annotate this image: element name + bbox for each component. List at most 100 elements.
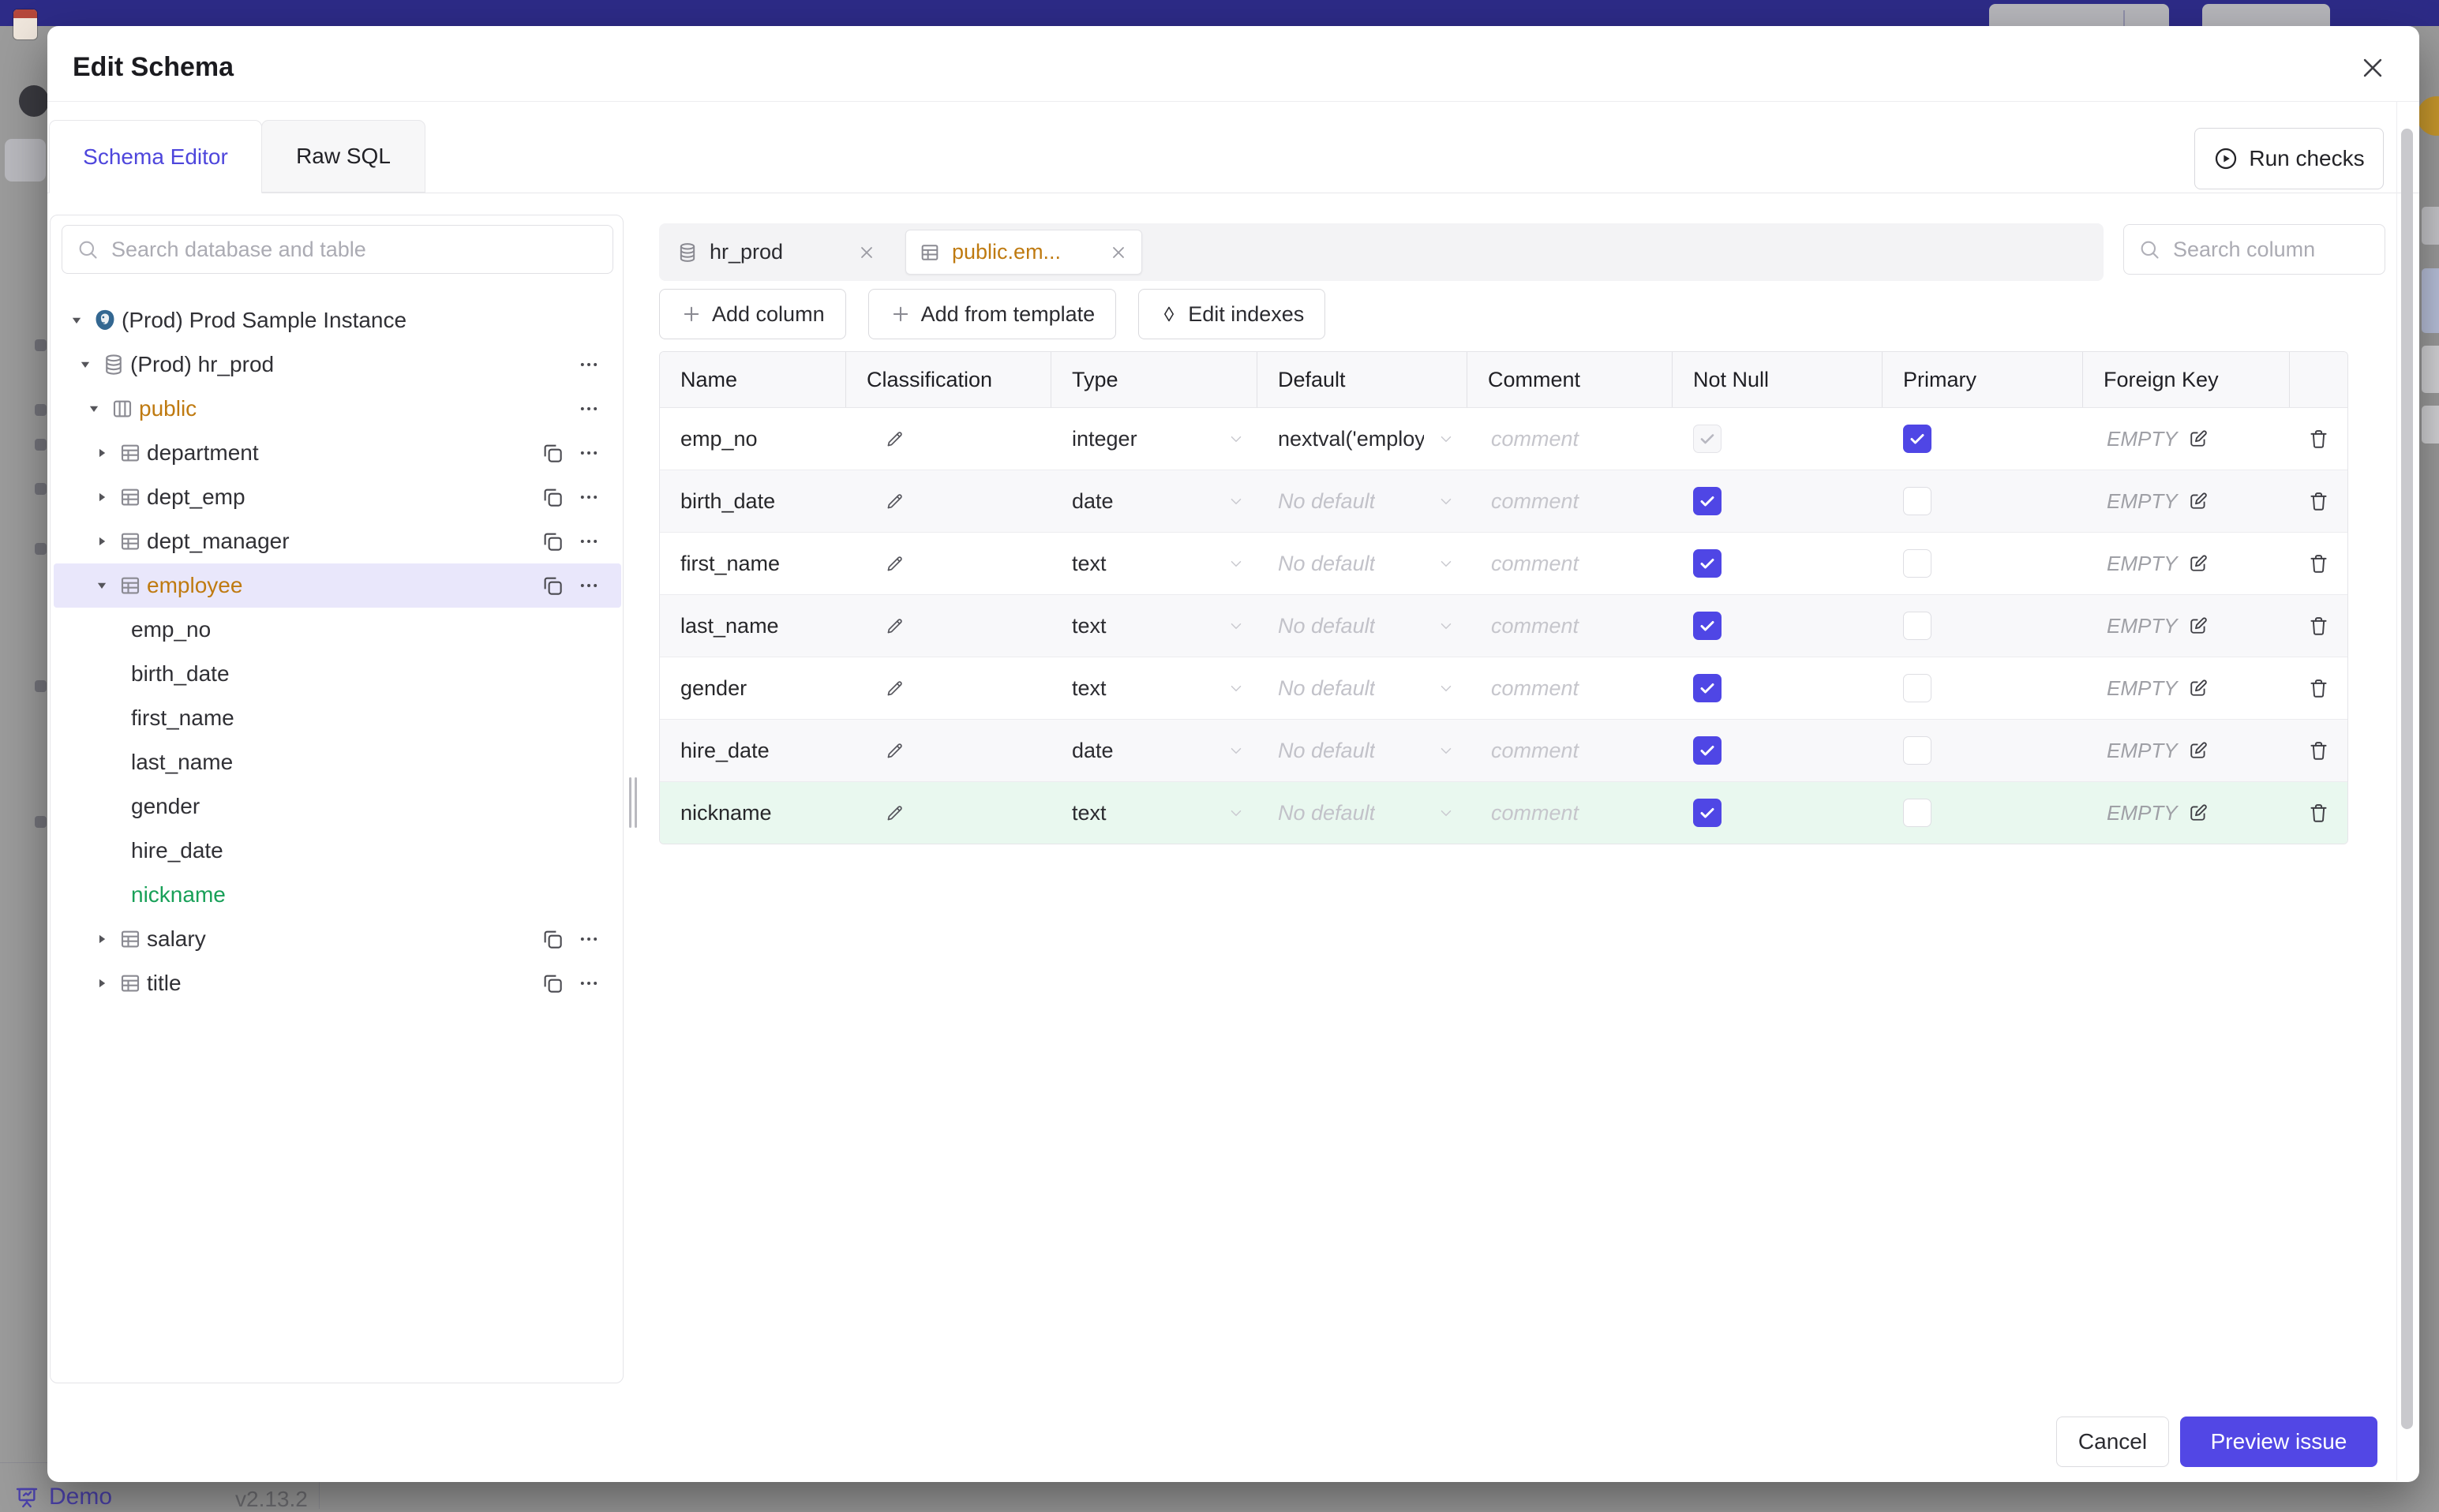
copy-icon[interactable] xyxy=(534,574,571,597)
default-select[interactable]: nextval('employ xyxy=(1257,408,1467,470)
tree-item-instance[interactable]: (Prod) Prod Sample Instance xyxy=(51,298,624,342)
not-null-checkbox[interactable] xyxy=(1693,736,1722,765)
tab-schema-editor[interactable]: Schema Editor xyxy=(49,120,262,193)
tree-item-schema-public[interactable]: public xyxy=(51,387,624,431)
close-tab-icon[interactable] xyxy=(1108,243,1129,262)
cancel-button[interactable]: Cancel xyxy=(2056,1417,2169,1467)
tree-item-column-first-name[interactable]: first_name xyxy=(51,696,624,740)
delete-column-icon[interactable] xyxy=(2307,428,2330,451)
pencil-icon[interactable] xyxy=(884,740,905,762)
comment-input[interactable]: comment xyxy=(1467,782,1673,844)
caret-right-icon[interactable] xyxy=(90,492,114,503)
edit-foreign-key-icon[interactable] xyxy=(2187,739,2209,762)
column-name[interactable]: hire_date xyxy=(660,720,846,781)
comment-input[interactable]: comment xyxy=(1467,408,1673,470)
default-select[interactable]: No default xyxy=(1257,782,1467,844)
editor-tab-table[interactable]: public.em... xyxy=(905,230,1142,275)
default-select[interactable]: No default xyxy=(1257,657,1467,719)
more-actions-icon[interactable] xyxy=(571,398,607,420)
caret-down-icon[interactable] xyxy=(82,403,106,414)
edit-foreign-key-icon[interactable] xyxy=(2187,677,2209,699)
more-actions-icon[interactable] xyxy=(571,354,607,376)
panel-resize-handle[interactable] xyxy=(629,777,637,828)
tree-item-column-emp-no[interactable]: emp_no xyxy=(51,608,624,652)
tree-item-column-birth-date[interactable]: birth_date xyxy=(51,652,624,696)
default-select[interactable]: No default xyxy=(1257,470,1467,532)
primary-checkbox[interactable] xyxy=(1903,487,1931,515)
tree-item-table-department[interactable]: department xyxy=(51,431,624,475)
add-from-template-button[interactable]: Add from template xyxy=(867,289,1117,339)
more-actions-icon[interactable] xyxy=(571,928,607,950)
caret-right-icon[interactable] xyxy=(90,447,114,458)
tree-item-table-salary[interactable]: salary xyxy=(51,917,624,961)
tree-item-column-nickname[interactable]: nickname xyxy=(51,873,624,917)
caret-right-icon[interactable] xyxy=(90,934,114,945)
add-column-button[interactable]: Add column xyxy=(659,289,846,339)
not-null-checkbox[interactable] xyxy=(1693,799,1722,827)
column-name[interactable]: nickname xyxy=(660,782,846,844)
type-select[interactable]: integer xyxy=(1051,408,1257,470)
edit-indexes-button[interactable]: Edit indexes xyxy=(1138,289,1326,339)
edit-foreign-key-icon[interactable] xyxy=(2187,615,2209,637)
type-select[interactable]: text xyxy=(1051,595,1257,657)
default-select[interactable]: No default xyxy=(1257,595,1467,657)
caret-down-icon[interactable] xyxy=(73,359,97,370)
copy-icon[interactable] xyxy=(534,971,571,995)
pencil-icon[interactable] xyxy=(884,803,905,824)
caret-right-icon[interactable] xyxy=(90,536,114,547)
caret-down-icon[interactable] xyxy=(65,315,88,326)
comment-input[interactable]: comment xyxy=(1467,720,1673,781)
more-actions-icon[interactable] xyxy=(571,972,607,994)
pencil-icon[interactable] xyxy=(884,616,905,637)
default-select[interactable]: No default xyxy=(1257,533,1467,594)
more-actions-icon[interactable] xyxy=(571,442,607,464)
column-name[interactable]: last_name xyxy=(660,595,846,657)
tree-item-column-last-name[interactable]: last_name xyxy=(51,740,624,784)
type-select[interactable]: date xyxy=(1051,720,1257,781)
more-actions-icon[interactable] xyxy=(571,486,607,508)
edit-foreign-key-icon[interactable] xyxy=(2187,552,2209,574)
delete-column-icon[interactable] xyxy=(2307,802,2330,825)
delete-column-icon[interactable] xyxy=(2307,552,2330,575)
tab-raw-sql[interactable]: Raw SQL xyxy=(261,120,425,193)
close-tab-icon[interactable] xyxy=(856,243,877,262)
primary-checkbox[interactable] xyxy=(1903,612,1931,640)
more-actions-icon[interactable] xyxy=(571,574,607,597)
not-null-checkbox[interactable] xyxy=(1693,674,1722,702)
preview-issue-button[interactable]: Preview issue xyxy=(2180,1417,2377,1467)
copy-icon[interactable] xyxy=(534,441,571,465)
default-select[interactable]: No default xyxy=(1257,720,1467,781)
more-actions-icon[interactable] xyxy=(571,530,607,552)
close-icon[interactable] xyxy=(2357,52,2388,84)
type-select[interactable]: text xyxy=(1051,782,1257,844)
tree-item-database[interactable]: (Prod) hr_prod xyxy=(51,342,624,387)
column-search-input[interactable] xyxy=(2171,236,2370,263)
primary-checkbox[interactable] xyxy=(1903,799,1931,827)
column-name[interactable]: first_name xyxy=(660,533,846,594)
copy-icon[interactable] xyxy=(534,530,571,553)
caret-down-icon[interactable] xyxy=(90,580,114,591)
tree-search-input[interactable] xyxy=(110,236,598,263)
pencil-icon[interactable] xyxy=(884,491,905,512)
not-null-checkbox[interactable] xyxy=(1693,612,1722,640)
primary-checkbox[interactable] xyxy=(1903,736,1931,765)
pencil-icon[interactable] xyxy=(884,429,905,450)
scrollbar-thumb[interactable] xyxy=(2401,129,2413,1429)
edit-foreign-key-icon[interactable] xyxy=(2187,428,2209,450)
edit-foreign-key-icon[interactable] xyxy=(2187,490,2209,512)
comment-input[interactable]: comment xyxy=(1467,470,1673,532)
column-name[interactable]: birth_date xyxy=(660,470,846,532)
delete-column-icon[interactable] xyxy=(2307,677,2330,700)
column-name[interactable]: emp_no xyxy=(660,408,846,470)
delete-column-icon[interactable] xyxy=(2307,490,2330,513)
type-select[interactable]: date xyxy=(1051,470,1257,532)
type-select[interactable]: text xyxy=(1051,533,1257,594)
edit-foreign-key-icon[interactable] xyxy=(2187,802,2209,824)
primary-checkbox[interactable] xyxy=(1903,425,1931,453)
comment-input[interactable]: comment xyxy=(1467,533,1673,594)
copy-icon[interactable] xyxy=(534,927,571,951)
tree-item-table-employee[interactable]: employee xyxy=(54,563,621,608)
tree-item-table-dept-emp[interactable]: dept_emp xyxy=(51,475,624,519)
primary-checkbox[interactable] xyxy=(1903,549,1931,578)
tree-item-table-dept-manager[interactable]: dept_manager xyxy=(51,519,624,563)
